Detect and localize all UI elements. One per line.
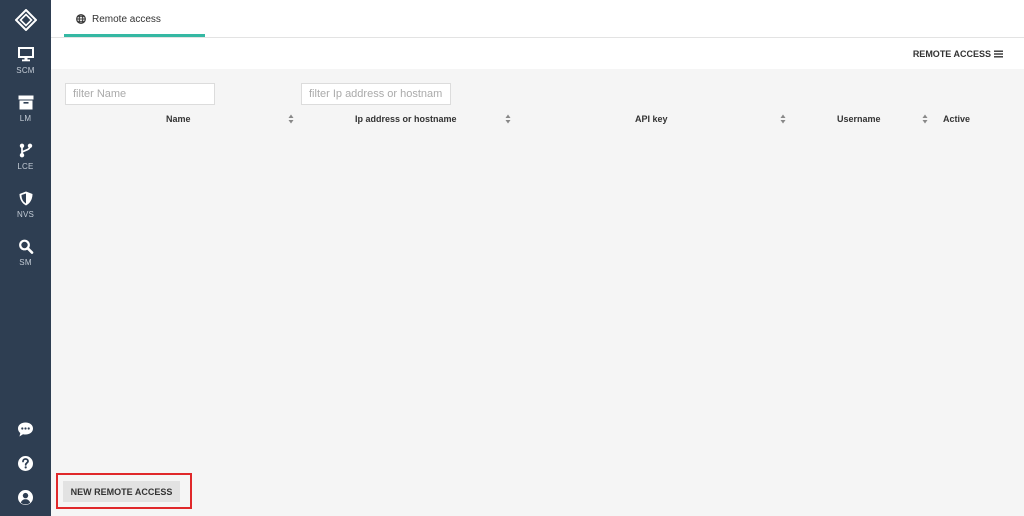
sidebar-item-nvs[interactable]: NVS <box>0 191 51 237</box>
tab-remote-access[interactable]: Remote access <box>64 0 205 37</box>
remote-access-menu-button[interactable]: REMOTE ACCESS <box>913 49 1003 59</box>
sort-icon[interactable] <box>288 114 294 124</box>
sidebar-item-lm[interactable]: LM <box>0 95 51 141</box>
sidebar-item-scm[interactable]: SCM <box>0 47 51 93</box>
menu-label: REMOTE ACCESS <box>912 49 991 59</box>
sidebar-item-label: LCE <box>17 162 34 171</box>
logo-icon[interactable] <box>15 9 37 31</box>
globe-icon <box>76 14 86 24</box>
hamburger-icon <box>994 50 1003 58</box>
filter-name-input[interactable] <box>65 83 215 105</box>
tab-bar: Remote access <box>51 0 1024 38</box>
branch-icon <box>19 143 32 158</box>
sidebar-item-label: LM <box>19 114 32 123</box>
sidebar-item-label: SCM <box>16 66 35 75</box>
monitor-icon <box>17 47 34 62</box>
main-content: Name Ip address or hostname API key User… <box>51 69 1024 516</box>
user-icon[interactable] <box>17 489 34 506</box>
archive-icon <box>18 95 33 110</box>
sort-icon[interactable] <box>922 114 928 124</box>
search-icon <box>18 239 33 254</box>
column-header-username[interactable]: Username <box>837 114 881 124</box>
chat-icon[interactable] <box>17 421 34 438</box>
column-header-active[interactable]: Active <box>943 114 970 124</box>
shield-icon <box>19 191 32 206</box>
sort-icon[interactable] <box>505 114 511 124</box>
tab-label: Remote access <box>92 14 161 25</box>
help-icon[interactable] <box>17 455 34 472</box>
sort-icon[interactable] <box>780 114 786 124</box>
sidebar-item-lce[interactable]: LCE <box>0 143 51 189</box>
sidebar-item-label: NVS <box>16 210 35 219</box>
column-header-host[interactable]: Ip address or hostname <box>355 114 457 124</box>
column-header-name[interactable]: Name <box>166 114 191 124</box>
sidebar-item-sm[interactable]: SM <box>0 239 51 285</box>
column-header-api-key[interactable]: API key <box>635 114 668 124</box>
sidebar: SCM LM LCE NVS SM <box>0 0 51 516</box>
page-header: REMOTE ACCESS <box>51 38 1024 69</box>
new-remote-access-button[interactable]: NEW REMOTE ACCESS <box>63 481 180 502</box>
sidebar-item-label: SM <box>19 258 32 267</box>
filter-host-input[interactable] <box>301 83 451 105</box>
